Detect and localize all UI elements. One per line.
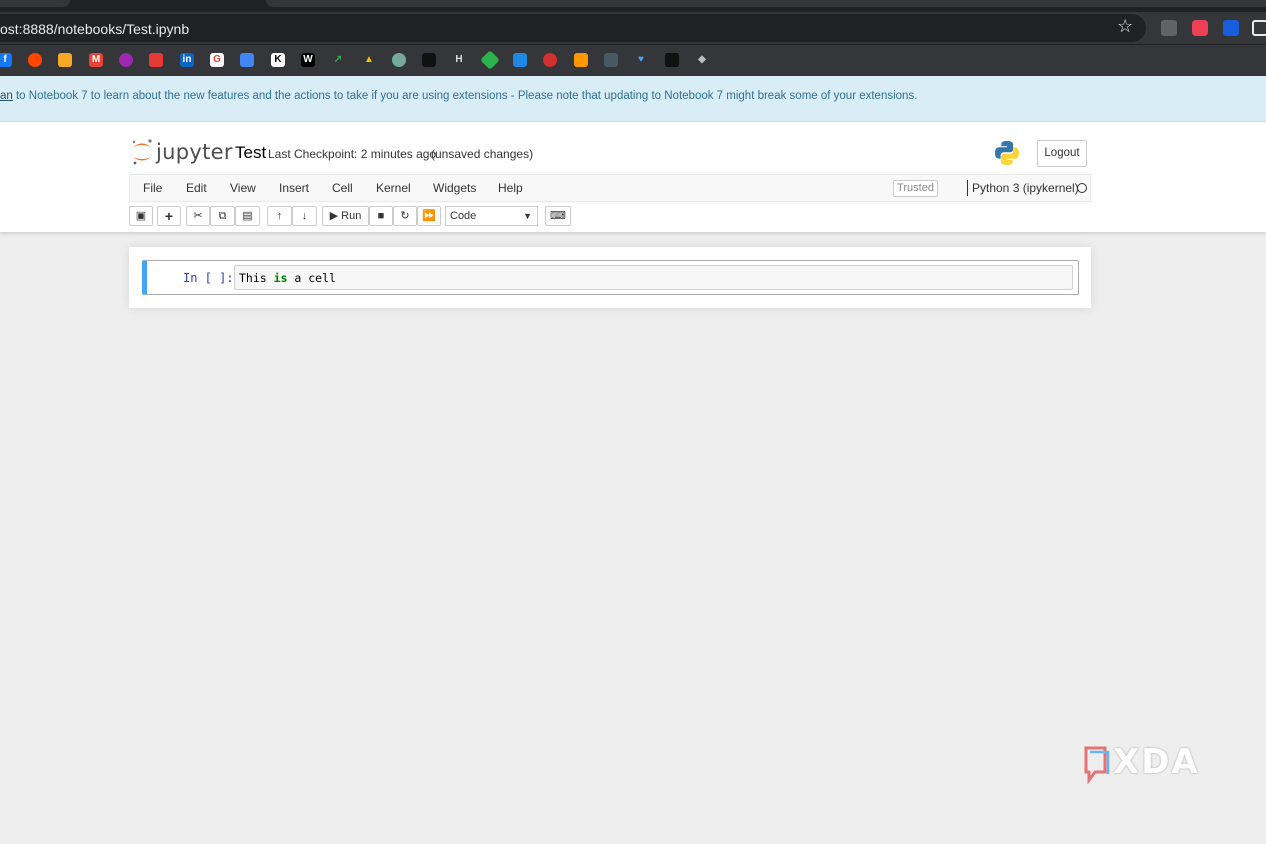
scissors-icon: ✂ [193,210,203,222]
bookmark-linkedin-icon[interactable]: in [180,53,194,67]
kernel-name[interactable]: Python 3 (ipykernel) [972,181,1079,195]
keyboard-icon: ⌨ [550,210,566,222]
cut-button[interactable]: ✂ [186,206,210,226]
code-cell[interactable]: In [ ]: This is a cell [142,260,1079,295]
insert-cell-button[interactable]: + [157,206,181,226]
bitwarden-icon[interactable] [1223,20,1239,36]
browser-tab-active[interactable] [266,0,1266,7]
bookmark-gmail-icon[interactable]: M [89,53,103,67]
pocket-icon[interactable] [1192,20,1208,36]
bookmark-heart-icon[interactable]: ♥ [634,53,648,67]
bookmark-reddit-icon[interactable] [28,53,42,67]
bookmark-chatgpt-icon[interactable] [392,53,406,67]
menu-widgets[interactable]: Widgets [433,181,476,195]
url-text[interactable]: ost:8888/notebooks/Test.ipynb [0,21,189,37]
banner-text: an to Notebook 7 to learn about the new … [0,90,917,102]
cell-code[interactable]: This is a cell [239,271,336,285]
arrow-down-icon: ↓ [301,210,308,222]
play-icon: ▶ [329,210,339,222]
xda-watermark-text: XDA [1113,742,1200,782]
trusted-badge[interactable]: Trusted [893,180,938,197]
autosave-status: (unsaved changes) [431,147,534,161]
notification-banner: an to Notebook 7 to learn about the new … [0,76,1266,122]
kernel-idle-indicator-icon [1077,183,1087,193]
command-palette-button[interactable]: ⌨ [545,206,571,226]
notebook-toolbar: ▣ + ✂ ⧉ ▤ ↑ ↓ ▶ Run ■ ↻ ⏩ Code ▼ ⌨ [129,206,1091,228]
bookmark-h-icon[interactable]: H [452,53,466,67]
fast-forward-icon: ⏩ [422,210,436,222]
chevron-down-icon: ▼ [523,211,532,221]
logout-button[interactable]: Logout [1037,140,1087,167]
extension-icon-1[interactable] [1161,20,1177,36]
paste-icon: ▤ [242,210,253,222]
bookmark-stocks-icon[interactable] [665,53,679,67]
notebook-container: In [ ]: This is a cell [129,247,1091,308]
save-button[interactable]: ▣ [129,206,153,226]
banner-message: to Notebook 7 to learn about the new fea… [12,90,918,102]
save-icon: ▣ [135,210,147,222]
notebook-name[interactable]: Test [235,143,266,163]
run-label: Run [341,210,362,222]
bookmarks-bar: f M in G K W ↗ ▲ H ♥ ◆ [0,44,1266,76]
bookmark-red-icon[interactable] [543,53,557,67]
menu-view[interactable]: View [230,181,256,195]
bookmark-feedly-icon[interactable] [480,50,500,70]
cell-type-value: Code [450,210,477,222]
menu-edit[interactable]: Edit [186,181,207,195]
restart-button[interactable]: ↻ [393,206,417,226]
menu-insert[interactable]: Insert [279,181,309,195]
run-button[interactable]: ▶ Run [322,206,369,226]
move-down-button[interactable]: ↓ [292,206,317,226]
menu-file[interactable]: File [143,181,162,195]
bookmark-terminal-icon[interactable] [604,53,618,67]
python-logo-icon [995,141,1019,165]
copy-icon: ⧉ [218,210,227,222]
bookmark-star-icon[interactable]: ☆ [1117,17,1133,35]
bookmark-jira-icon[interactable]: K [271,53,285,67]
move-up-button[interactable]: ↑ [267,206,292,226]
menu-kernel[interactable]: Kernel [376,181,411,195]
extensions-icon[interactable] [1252,20,1266,36]
jupyter-header: jupyter Test Last Checkpoint: 2 minutes … [0,122,1266,232]
cell-type-select[interactable]: Code ▼ [445,206,538,226]
bookmark-onion-icon[interactable] [119,53,133,67]
browser-tab[interactable] [0,0,70,7]
bookmark-box-icon[interactable] [574,53,588,67]
restart-run-all-button[interactable]: ⏩ [417,206,441,226]
banner-link[interactable]: an [0,90,13,102]
menu-bar: File Edit View Insert Cell Kernel Widget… [129,174,1091,202]
jupyter-logo-text: jupyter [156,140,233,164]
restart-icon: ↻ [400,210,410,222]
bookmark-chat-icon[interactable] [513,53,527,67]
bookmark-store-icon[interactable] [149,53,163,67]
copy-button[interactable]: ⧉ [210,206,235,226]
bookmark-arrow-icon[interactable]: ↗ [331,53,345,67]
paste-button[interactable]: ▤ [235,206,260,226]
checkpoint-status: Last Checkpoint: 2 minutes ago [268,147,437,161]
interrupt-button[interactable]: ■ [369,206,393,226]
cell-prompt: In [ ]: [183,271,234,285]
plus-icon: + [164,208,174,224]
bookmark-wikipedia-icon[interactable]: W [301,53,315,67]
stop-icon: ■ [377,210,385,222]
bookmark-facebook-icon[interactable]: f [0,53,12,67]
bookmark-layers-icon[interactable]: ◆ [695,53,709,67]
browser-toolbar: ost:8888/notebooks/Test.ipynb ☆ [0,12,1266,44]
cell-input-area[interactable]: This is a cell [234,265,1073,290]
arrow-up-icon: ↑ [276,210,283,222]
jupyter-logo-icon[interactable] [131,138,153,166]
xda-logo-icon [1084,746,1110,784]
browser-tabstrip [0,0,1266,12]
xda-watermark: XDA [1083,742,1208,784]
bookmark-google-icon[interactable]: G [210,53,224,67]
bookmark-docs-icon[interactable] [240,53,254,67]
bookmark-charts-icon[interactable] [58,53,72,67]
address-bar[interactable]: ost:8888/notebooks/Test.ipynb [0,14,1146,42]
bookmark-perplexity-icon[interactable] [422,53,436,67]
menu-cell[interactable]: Cell [332,181,353,195]
kernel-separator [967,180,968,196]
menu-help[interactable]: Help [498,181,523,195]
bookmark-drive-icon[interactable]: ▲ [362,53,376,67]
